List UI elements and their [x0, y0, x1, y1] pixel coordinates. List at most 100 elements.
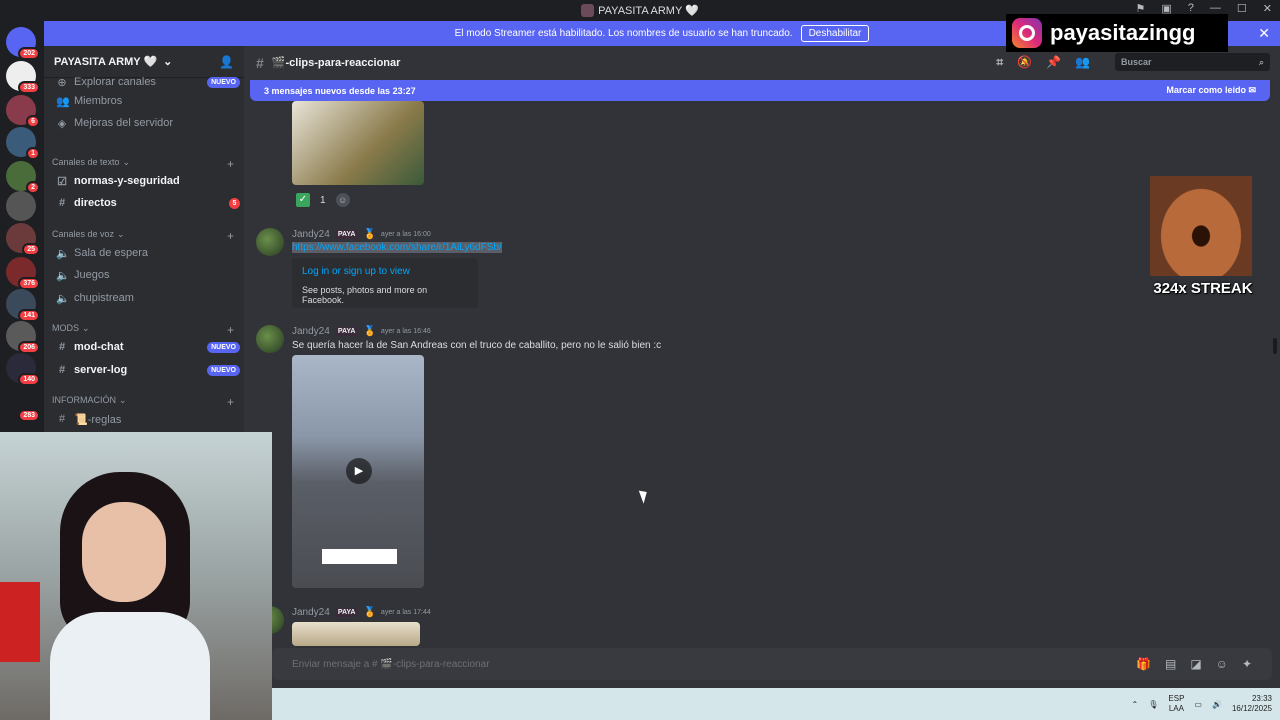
- server-icon[interactable]: 206: [6, 321, 40, 354]
- server-icon[interactable]: 6: [6, 95, 40, 128]
- emoji-icon[interactable]: ☺: [1216, 657, 1228, 671]
- server-icon[interactable]: 283: [6, 389, 40, 422]
- embed-description: See posts, photos and more on Facebook.: [302, 285, 428, 305]
- speaker-icon: 🔈: [56, 247, 70, 260]
- author-name[interactable]: Jandy24: [292, 326, 330, 337]
- close-icon[interactable]: ✕: [1258, 25, 1270, 42]
- sidebar-item-members[interactable]: 👥 Miembros: [52, 91, 240, 111]
- system-tray: ⌃ 🎙 ESP LAA ▭ 🔊 23:33 16/12/2025: [1132, 694, 1280, 714]
- add-reaction-icon[interactable]: ☺: [335, 193, 350, 207]
- role-tag: PAYA: [334, 608, 359, 617]
- message-input[interactable]: Enviar mensaje a # 🎬-clips-para-reaccion…: [272, 648, 1272, 680]
- sidebar-item-directos[interactable]: # directos 5: [52, 193, 240, 213]
- server-icon[interactable]: 376: [6, 257, 40, 290]
- volume-icon[interactable]: 🔊: [1212, 700, 1222, 709]
- category-text[interactable]: Canales de texto ⌄ +: [52, 157, 234, 171]
- badge-icon: 🏅: [363, 326, 376, 337]
- checkmark-reaction-icon[interactable]: ✓: [296, 193, 310, 207]
- close-window-button[interactable]: ✕: [1263, 2, 1272, 15]
- message-input-placeholder: Enviar mensaje a # 🎬-clips-para-reaccion…: [292, 658, 490, 670]
- category-mods[interactable]: MODS ⌄ +: [52, 323, 234, 337]
- server-icon[interactable]: 1: [6, 127, 40, 160]
- server-icon[interactable]: 2: [6, 161, 40, 194]
- invite-icon[interactable]: 👤: [219, 55, 234, 69]
- author-name[interactable]: Jandy24: [292, 229, 330, 240]
- image-attachment[interactable]: [292, 622, 420, 646]
- add-channel-icon[interactable]: +: [227, 157, 234, 171]
- apps-icon[interactable]: ✦: [1242, 657, 1252, 671]
- sidebar-item-chupistream[interactable]: 🔈 chupistream: [52, 288, 240, 308]
- category-voice[interactable]: Canales de voz ⌄ +: [52, 229, 234, 243]
- gift-icon[interactable]: 🎁: [1136, 657, 1151, 671]
- mute-bell-icon[interactable]: 🔕: [1017, 55, 1032, 70]
- hash-icon: #: [58, 364, 66, 376]
- add-channel-icon[interactable]: +: [227, 395, 234, 409]
- avatar[interactable]: [256, 228, 284, 256]
- category-info[interactable]: INFORMACIÓN ⌄ +: [52, 395, 234, 409]
- timestamp: ayer a las 16:00: [380, 231, 431, 238]
- microphone: [0, 582, 40, 662]
- sidebar-item-sala[interactable]: 🔈 Sala de espera: [52, 243, 240, 263]
- instagram-handle: payasitazingg: [1050, 20, 1196, 45]
- search-input[interactable]: Buscar ⌕: [1115, 53, 1270, 71]
- speaker-icon: 🔈: [56, 292, 70, 305]
- clock[interactable]: 23:33 16/12/2025: [1232, 694, 1272, 714]
- members-list-icon[interactable]: 👥: [1075, 55, 1090, 70]
- add-channel-icon[interactable]: +: [227, 229, 234, 243]
- mark-read-button[interactable]: Marcar como leído ✉: [1166, 85, 1256, 96]
- image-attachment[interactable]: [292, 101, 424, 185]
- add-channel-icon[interactable]: +: [227, 323, 234, 337]
- sticker-icon[interactable]: ◪: [1190, 657, 1201, 671]
- play-icon[interactable]: ▶: [346, 458, 372, 484]
- network-icon[interactable]: ▭: [1194, 700, 1202, 709]
- reaction-count: 1: [320, 194, 326, 206]
- sidebar-item-juegos[interactable]: 🔈 Juegos: [52, 265, 240, 285]
- microphone-icon[interactable]: 🎙: [1148, 700, 1158, 709]
- hash-icon: #: [58, 341, 66, 353]
- maximize-button[interactable]: ☐: [1237, 2, 1247, 15]
- video-attachment[interactable]: ▶: [292, 355, 424, 588]
- home-server-icon[interactable]: 202: [6, 27, 40, 60]
- new-messages-bar[interactable]: 3 mensajes nuevos desde las 23:27 Marcar…: [250, 80, 1270, 101]
- sidebar-item-boosts[interactable]: ◈ Mejoras del servidor: [52, 113, 240, 133]
- message-link[interactable]: https://www.facebook.com/share/r/1AiLy6d…: [292, 242, 502, 253]
- gif-icon[interactable]: ▤: [1165, 657, 1176, 671]
- disable-streamer-button[interactable]: Deshabilitar: [800, 25, 870, 42]
- streamer-face: [82, 502, 166, 602]
- new-pill: NUEVO: [207, 341, 240, 353]
- avatar[interactable]: [256, 325, 284, 353]
- channel-sidebar: PAYASITA ARMY 🤍 ⌄ 👤 ⊕ Explorar canales N…: [44, 46, 244, 432]
- compass-icon: ⊕: [57, 76, 67, 89]
- mention-badge: 5: [229, 197, 240, 209]
- server-icon[interactable]: 140: [6, 353, 40, 386]
- sidebar-item-normas[interactable]: ☑ normas-y-seguridad: [52, 171, 240, 191]
- chevron-up-icon[interactable]: ⌃: [1132, 700, 1139, 709]
- author-name[interactable]: Jandy24: [292, 607, 330, 618]
- server-icon[interactable]: [6, 191, 36, 221]
- sidebar-item-server-log[interactable]: # server-log NUEVO: [52, 360, 240, 380]
- channel-name: 🎬-clips-para-reaccionar: [271, 57, 401, 69]
- sidebar-item-explore[interactable]: ⊕ Explorar canales NUEVO: [52, 72, 240, 92]
- embed-title[interactable]: Log in or sign up to view: [302, 266, 468, 277]
- hash-icon: #: [256, 54, 264, 71]
- streak-overlay: 324x STREAK: [1150, 176, 1256, 301]
- scrollbar-thumb[interactable]: [1273, 338, 1277, 354]
- server-icon[interactable]: 25: [6, 223, 40, 256]
- threads-icon[interactable]: ⌗: [996, 55, 1003, 70]
- server-icon[interactable]: 141: [6, 289, 40, 322]
- boost-icon: ◈: [57, 117, 67, 130]
- language-indicator[interactable]: ESP LAA: [1168, 694, 1184, 714]
- sidebar-item-mod-chat[interactable]: # mod-chat NUEVO: [52, 337, 240, 357]
- caption-bar: [322, 549, 397, 564]
- window-title: PAYASITA ARMY 🤍: [598, 5, 699, 17]
- speaker-icon: 🔈: [56, 269, 70, 282]
- pin-icon[interactable]: 📌: [1046, 55, 1061, 70]
- search-icon: ⌕: [1258, 56, 1264, 67]
- streamer-shirt: [50, 612, 210, 720]
- server-icon[interactable]: 333: [6, 61, 40, 94]
- sidebar-item-reglas[interactable]: # 📜-reglas: [52, 409, 240, 429]
- message-text: Se quería hacer la de San Andreas con el…: [292, 340, 662, 351]
- role-tag: PAYA: [334, 230, 359, 239]
- server-list: 202 333 6 1 2 25 376 141 206 140 283: [0, 21, 44, 441]
- instagram-overlay: payasitazingg: [1006, 14, 1228, 52]
